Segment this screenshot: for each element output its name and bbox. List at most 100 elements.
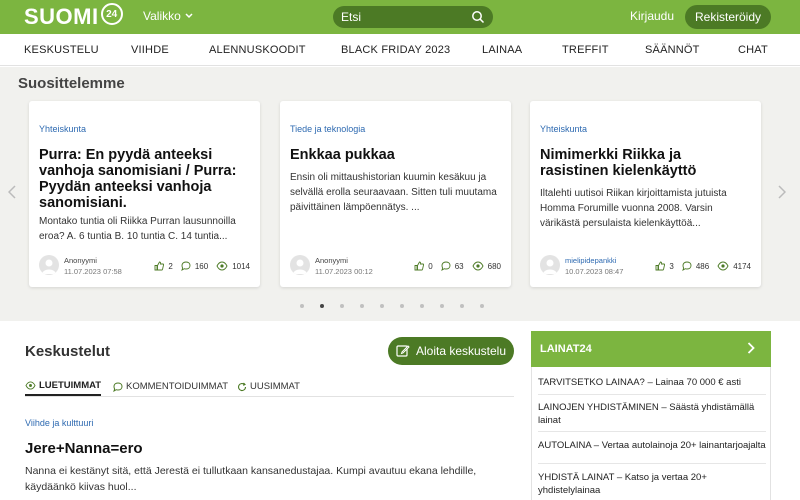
- tab-most-read[interactable]: LUETUIMMAT: [25, 377, 102, 396]
- register-button[interactable]: Rekisteröidy: [685, 5, 771, 29]
- view-count: 680: [487, 261, 501, 271]
- carousel-dot[interactable]: [480, 304, 484, 308]
- tab-newest[interactable]: UUSIMMAT: [237, 377, 300, 396]
- chevron-right-icon: [778, 185, 787, 199]
- start-discussion-button[interactable]: Aloita keskustelu: [388, 337, 514, 365]
- user-icon: [42, 259, 56, 274]
- thumbs-up-icon: [414, 261, 425, 271]
- carousel-pagination: [300, 304, 500, 308]
- nav-item-lainaa[interactable]: LAINAA: [482, 44, 522, 56]
- carousel-dot[interactable]: [400, 304, 404, 308]
- like-count: 2: [168, 261, 173, 271]
- edit-icon: [396, 345, 410, 357]
- thumbs-up-icon: [154, 261, 165, 271]
- featured-card[interactable]: Yhteiskunta Nimimerkki Riikka ja rasisti…: [530, 101, 761, 287]
- featured-card[interactable]: Tiede ja teknologia Enkkaa pukkaa Ensin …: [280, 101, 511, 287]
- carousel-next-button[interactable]: [778, 185, 788, 199]
- tab-label: KOMMENTOIDUIMMAT: [126, 381, 229, 392]
- card-date: 11.07.2023 00:12: [315, 267, 373, 276]
- site-logo[interactable]: SUOMI 24: [24, 3, 123, 29]
- eye-icon: [25, 381, 36, 390]
- card-stats: 3 486 4174: [647, 261, 751, 271]
- tab-most-commented[interactable]: KOMMENTOIDUIMMAT: [113, 377, 228, 396]
- menu-button[interactable]: Valikko: [143, 9, 193, 23]
- carousel-dot[interactable]: [380, 304, 384, 308]
- carousel-dot[interactable]: [360, 304, 364, 308]
- card-author[interactable]: mielipidepankki: [565, 256, 616, 265]
- card-author: Anonyymi: [315, 256, 348, 265]
- nav-item-alennuskoodit[interactable]: ALENNUSKOODIT: [209, 44, 306, 56]
- carousel-dot[interactable]: [420, 304, 424, 308]
- card-title[interactable]: Enkkaa pukkaa: [290, 147, 502, 163]
- avatar: [540, 255, 560, 275]
- view-stat: 1014: [216, 261, 250, 271]
- top-header: SUOMI 24 Valikko Kirjaudu Rekisteröidy: [0, 0, 800, 34]
- comment-stat: 63: [440, 261, 464, 271]
- search-input[interactable]: [341, 10, 461, 24]
- panel-link[interactable]: AUTOLAINA – Vertaa autolainoja 20+ laina…: [538, 439, 766, 452]
- eye-icon: [717, 261, 729, 271]
- card-title[interactable]: Nimimerkki Riikka ja rasistinen kielenkä…: [540, 147, 752, 179]
- post-excerpt: Nanna ei kestänyt sitä, että Jerestä ei …: [25, 465, 477, 493]
- nav-item-chat[interactable]: CHAT: [738, 44, 768, 56]
- comment-count: 486: [695, 261, 710, 271]
- like-stat: 2: [154, 261, 173, 271]
- carousel-prev-button[interactable]: [7, 185, 18, 199]
- featured-title: Suosittelemme: [18, 75, 125, 92]
- card-category[interactable]: Yhteiskunta: [39, 124, 86, 134]
- panel-title: LAINAT24: [540, 343, 592, 355]
- featured-section: Suosittelemme Yhteiskunta Purra: En pyyd…: [0, 67, 800, 321]
- login-link[interactable]: Kirjaudu: [630, 9, 674, 23]
- chevron-left-icon: [7, 185, 16, 199]
- carousel-dot[interactable]: [300, 304, 304, 308]
- avatar: [39, 255, 59, 275]
- card-excerpt: Iltalehti uutisoi Riikan kirjoittamista …: [540, 188, 727, 229]
- card-author: Anonyymi: [64, 256, 97, 265]
- featured-card[interactable]: Yhteiskunta Purra: En pyydä anteeksi van…: [29, 101, 260, 287]
- like-count: 0: [428, 261, 433, 271]
- logo-badge: 24: [100, 3, 123, 25]
- lainat24-header[interactable]: LAINAT24: [531, 331, 771, 367]
- nav-item-treffit[interactable]: TREFFIT: [562, 44, 609, 56]
- post-category[interactable]: Viihde ja kulttuuri: [25, 418, 93, 428]
- nav-item-black-friday[interactable]: BLACK FRIDAY 2023: [341, 44, 450, 56]
- panel-link[interactable]: YHDISTÄ LAINAT – Katso ja vertaa 20+ yhd…: [538, 471, 766, 497]
- discussion-tabs: LUETUIMMAT KOMMENTOIDUIMMAT UUSIMMAT: [25, 377, 514, 397]
- logo-text: SUOMI: [24, 4, 99, 29]
- comment-stat: 160: [181, 261, 208, 271]
- card-date: 10.07.2023 08:47: [565, 267, 624, 276]
- tab-label: LUETUIMMAT: [39, 380, 102, 391]
- user-icon: [293, 259, 307, 274]
- comment-icon: [682, 261, 692, 271]
- post-title[interactable]: Jere+Nanna=ero: [25, 440, 143, 457]
- view-stat: 4174: [717, 261, 751, 271]
- eye-icon: [216, 261, 228, 271]
- card-title[interactable]: Purra: En pyydä anteeksi vanhoja sanomis…: [39, 147, 251, 211]
- main-nav: KESKUSTELU VIIHDE ALENNUSKOODIT BLACK FR…: [0, 34, 800, 66]
- card-category[interactable]: Tiede ja teknologia: [290, 124, 365, 134]
- carousel-dot[interactable]: [440, 304, 444, 308]
- nav-item-keskustelu[interactable]: KESKUSTELU: [24, 44, 99, 56]
- divider: [538, 431, 766, 432]
- card-excerpt: Ensin oli mittaushistorian kuumin kesäku…: [290, 172, 497, 213]
- carousel-dot[interactable]: [460, 304, 464, 308]
- card-category[interactable]: Yhteiskunta: [540, 124, 587, 134]
- nav-item-saannot[interactable]: SÄÄNNÖT: [645, 44, 700, 56]
- comment-count: 63: [454, 261, 464, 271]
- search-icon[interactable]: [471, 10, 485, 24]
- carousel-dot[interactable]: [340, 304, 344, 308]
- carousel-dot[interactable]: [320, 304, 324, 308]
- eye-icon: [472, 261, 484, 271]
- comment-icon: [181, 261, 191, 271]
- panel-link[interactable]: LAINOJEN YHDISTÄMINEN – Säästä yhdistämä…: [538, 401, 766, 427]
- panel-link[interactable]: TARVITSETKO LAINAA? – Lainaa 70 000 € as…: [538, 376, 766, 389]
- search-box: [333, 6, 493, 28]
- like-stat: 0: [414, 261, 433, 271]
- card-stats: 0 63 680: [406, 261, 501, 271]
- nav-item-viihde[interactable]: VIIHDE: [131, 44, 169, 56]
- thumbs-up-icon: [655, 261, 666, 271]
- lainat24-list: TARVITSETKO LAINAA? – Lainaa 70 000 € as…: [531, 367, 771, 500]
- refresh-icon: [238, 382, 247, 391]
- comment-stat: 486: [682, 261, 709, 271]
- view-stat: 680: [472, 261, 501, 271]
